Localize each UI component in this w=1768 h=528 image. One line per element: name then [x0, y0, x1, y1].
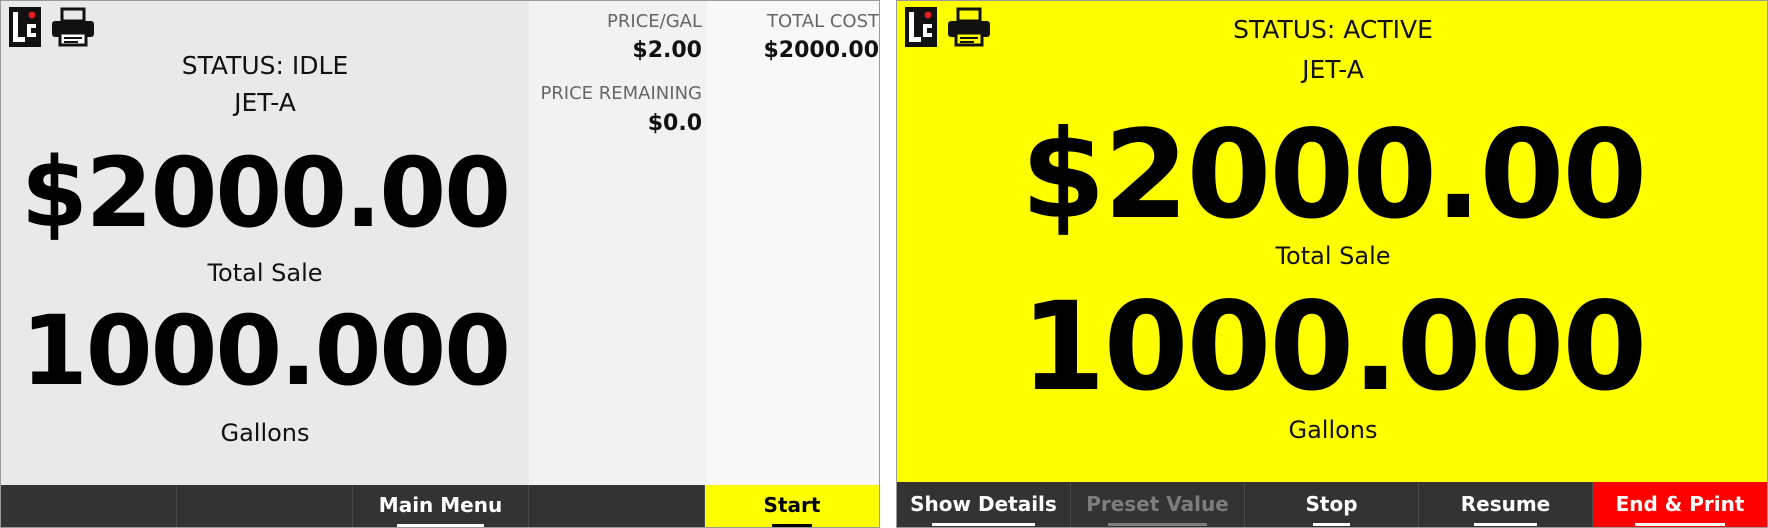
show-details-button[interactable]: Show Details	[897, 482, 1071, 527]
active-screen: STATUS: ACTIVE JET-A $2000.00 Total Sale…	[896, 0, 1768, 528]
sale-display-panel: STATUS: IDLE JET-A $2000.00 Total Sale 1…	[1, 1, 529, 485]
soft-key-bar: Main Menu Start	[1, 485, 879, 527]
soft-key-bar: Show Details Preset Value Stop Resume En…	[897, 482, 1767, 527]
sale-display-panel: STATUS: ACTIVE JET-A $2000.00 Total Sale…	[897, 1, 1767, 482]
idle-screen: STATUS: IDLE JET-A $2000.00 Total Sale 1…	[0, 0, 880, 528]
printer-icon[interactable]	[51, 7, 95, 47]
preset-value-button[interactable]: Preset Value	[1071, 482, 1245, 527]
header-icons	[9, 7, 95, 47]
stop-button[interactable]: Stop	[1245, 482, 1419, 527]
gallons-amount: 1000.000	[1020, 276, 1648, 418]
details-panel-right: TOTAL COST $2000.00	[707, 1, 879, 485]
gallons-label: Gallons	[1288, 416, 1378, 444]
total-sale-label: Total Sale	[207, 259, 323, 287]
price-per-gal-label: PRICE/GAL	[607, 11, 702, 32]
total-sale-label: Total Sale	[1275, 242, 1391, 270]
status-text: STATUS: IDLE	[181, 51, 349, 80]
end-and-print-button[interactable]: End & Print	[1593, 482, 1767, 527]
total-sale-amount: $2000.00	[20, 137, 511, 249]
gallons-amount: 1000.000	[20, 295, 511, 407]
gallons-label: Gallons	[220, 419, 310, 447]
total-sale-amount: $2000.00	[1020, 104, 1648, 246]
fuel-type: JET-A	[1302, 55, 1364, 84]
soft-key-1[interactable]	[1, 485, 177, 527]
soft-key-4[interactable]	[529, 485, 705, 527]
fuel-type: JET-A	[234, 88, 296, 117]
soft-key-2[interactable]	[177, 485, 353, 527]
resume-button[interactable]: Resume	[1419, 482, 1593, 527]
price-remaining-value: $0.0	[647, 111, 702, 136]
total-cost-label: TOTAL COST	[767, 11, 879, 32]
details-panel-left: PRICE/GAL $2.00 PRICE REMAINING $0.0	[529, 1, 707, 485]
total-cost-value: $2000.00	[763, 38, 879, 63]
status-text: STATUS: ACTIVE	[1233, 15, 1433, 44]
start-button[interactable]: Start	[705, 485, 879, 527]
lc-logo-icon	[9, 7, 41, 47]
price-per-gal-value: $2.00	[632, 38, 702, 63]
price-remaining-label: PRICE REMAINING	[540, 83, 702, 104]
main-menu-button[interactable]: Main Menu	[353, 485, 529, 527]
